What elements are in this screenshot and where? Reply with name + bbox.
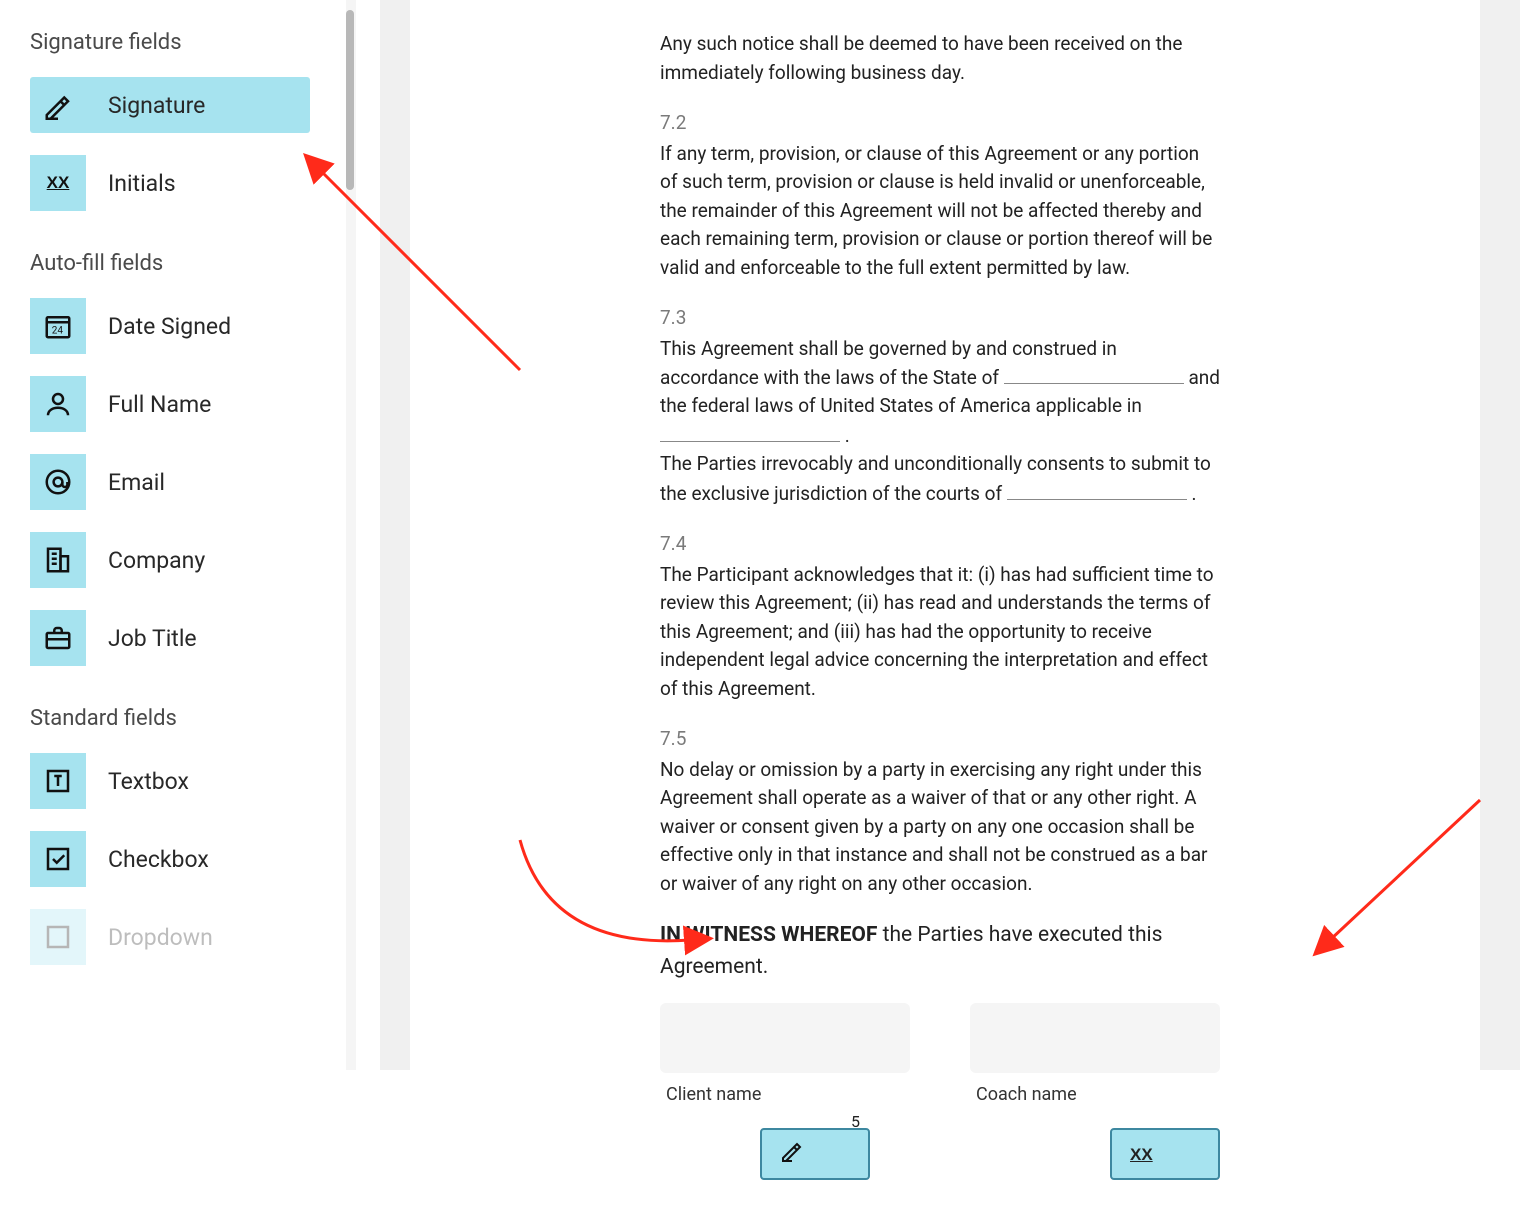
- field-checkbox[interactable]: Checkbox: [30, 831, 310, 887]
- witness-line: IN WITNESS WHEREOF the Parties have exec…: [660, 920, 1220, 983]
- field-full-name[interactable]: Full Name: [30, 376, 310, 432]
- paragraph-text: No delay or omission by a party in exerc…: [660, 756, 1220, 899]
- clause-number: 7.4: [660, 530, 1220, 559]
- sidebar-scrollbar-thumb[interactable]: [346, 10, 354, 190]
- blank-state[interactable]: [1004, 363, 1184, 384]
- placed-fields-row: 5 XX: [760, 1128, 1220, 1180]
- signature-box-client[interactable]: [660, 1003, 910, 1073]
- fields-sidebar: Signature fields Signature XX Initials A…: [0, 0, 340, 1070]
- paragraph-text: This Agreement shall be governed by and …: [660, 335, 1220, 451]
- field-label: Textbox: [108, 768, 189, 795]
- section-title-signature: Signature fields: [30, 30, 310, 55]
- field-label: Initials: [108, 170, 176, 197]
- initials-icon: XX: [30, 155, 86, 211]
- field-label: Signature: [108, 92, 205, 119]
- initials-icon: XX: [1130, 1140, 1153, 1169]
- paragraph-text: Any such notice shall be deemed to have …: [660, 30, 1220, 87]
- checkbox-icon: [30, 831, 86, 887]
- signature-column-coach: Coach name: [970, 1003, 1220, 1108]
- clause-intro: Any such notice shall be deemed to have …: [660, 30, 1220, 87]
- company-icon: [30, 532, 86, 588]
- blank-courts[interactable]: [1007, 479, 1187, 500]
- textbox-icon: [30, 753, 86, 809]
- placed-initials-field[interactable]: XX: [1110, 1128, 1220, 1180]
- field-label: Company: [108, 547, 205, 574]
- field-company[interactable]: Company: [30, 532, 310, 588]
- date-signed-icon: 24: [30, 298, 86, 354]
- field-label: Job Title: [108, 625, 197, 652]
- field-dropdown[interactable]: Dropdown: [30, 909, 310, 965]
- signature-box-coach[interactable]: [970, 1003, 1220, 1073]
- clause-7-4: 7.4 The Participant acknowledges that it…: [660, 530, 1220, 703]
- field-textbox[interactable]: Textbox: [30, 753, 310, 809]
- clause-7-2: 7.2 If any term, provision, or clause of…: [660, 109, 1220, 282]
- field-date-signed[interactable]: 24 Date Signed: [30, 298, 310, 354]
- clause-7-5: 7.5 No delay or omission by a party in e…: [660, 725, 1220, 898]
- clause-number: 7.5: [660, 725, 1220, 754]
- document-canvas[interactable]: Any such notice shall be deemed to have …: [380, 0, 1520, 1070]
- field-email[interactable]: Email: [30, 454, 310, 510]
- blank-applicable-in[interactable]: [660, 421, 840, 442]
- signature-icon: [30, 77, 86, 133]
- section-title-autofill: Auto-fill fields: [30, 251, 310, 276]
- signature-caption: Coach name: [970, 1081, 1220, 1108]
- clause-number: 7.3: [660, 304, 1220, 333]
- witness-strong: IN WITNESS WHEREOF: [660, 923, 877, 947]
- document-page: Any such notice shall be deemed to have …: [410, 0, 1480, 1220]
- field-initials[interactable]: XX Initials: [30, 155, 310, 211]
- signature-icon: [780, 1138, 804, 1171]
- email-icon: [30, 454, 86, 510]
- field-job-title[interactable]: Job Title: [30, 610, 310, 666]
- paragraph-text: The Participant acknowledges that it: (i…: [660, 561, 1220, 704]
- clause-7-3: 7.3 This Agreement shall be governed by …: [660, 304, 1220, 508]
- section-title-standard: Standard fields: [30, 706, 310, 731]
- signature-caption: Client name: [660, 1081, 910, 1108]
- paragraph-text: The Parties irrevocably and unconditiona…: [660, 450, 1220, 508]
- page-number: 5: [851, 1110, 860, 1134]
- field-label: Full Name: [108, 391, 211, 418]
- field-label: Dropdown: [108, 924, 213, 951]
- signature-row: Client name Coach name: [660, 1003, 1220, 1108]
- job-title-icon: [30, 610, 86, 666]
- field-label: Checkbox: [108, 846, 209, 873]
- placed-signature-field[interactable]: 5: [760, 1128, 870, 1180]
- svg-text:24: 24: [52, 326, 64, 337]
- full-name-icon: [30, 376, 86, 432]
- paragraph-text: If any term, provision, or clause of thi…: [660, 140, 1220, 283]
- field-label: Date Signed: [108, 313, 231, 340]
- signature-column-client: Client name: [660, 1003, 910, 1108]
- clause-number: 7.2: [660, 109, 1220, 138]
- dropdown-icon: [30, 909, 86, 965]
- field-label: Email: [108, 469, 165, 496]
- field-signature[interactable]: Signature: [30, 77, 310, 133]
